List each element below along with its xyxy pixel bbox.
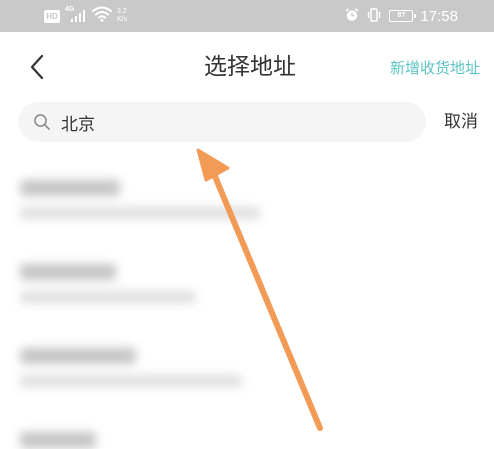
search-icon [34, 114, 50, 130]
address-result-detail [20, 207, 260, 219]
status-bar: HD 4G 3.2 K/s 87 17:58 [0, 0, 494, 32]
address-result-detail [20, 375, 242, 387]
cancel-button[interactable]: 取消 [444, 106, 478, 138]
address-result-name [20, 264, 116, 280]
address-result-item[interactable] [20, 432, 96, 448]
chevron-left-icon [30, 54, 44, 80]
page-title: 选择地址 [204, 54, 296, 80]
address-result-name [20, 432, 96, 448]
hd-indicator: HD [44, 9, 60, 23]
address-result-list [0, 160, 494, 449]
battery-level: 87 [397, 12, 406, 19]
address-result-item[interactable] [20, 180, 260, 219]
address-result-detail [20, 291, 196, 303]
wifi-icon [92, 6, 112, 26]
battery-icon: 87 [389, 10, 417, 22]
address-result-item[interactable] [20, 348, 242, 387]
add-address-button[interactable]: 新增收货地址 [390, 55, 480, 81]
address-result-name [20, 348, 136, 364]
search-bar[interactable] [18, 102, 426, 142]
search-input[interactable] [61, 112, 381, 132]
network-speed-unit: K/s [117, 16, 128, 23]
alarm-icon [345, 7, 359, 26]
vibrate-icon [366, 7, 382, 26]
network-speed: 3.2 K/s [117, 8, 127, 24]
status-time: 17:58 [420, 7, 458, 25]
back-button[interactable] [24, 50, 54, 84]
address-result-name [20, 180, 120, 196]
network-speed-value: 3.2 [117, 8, 127, 15]
address-result-item[interactable] [20, 264, 196, 303]
cellular-signal-icon: 4G [65, 6, 87, 24]
